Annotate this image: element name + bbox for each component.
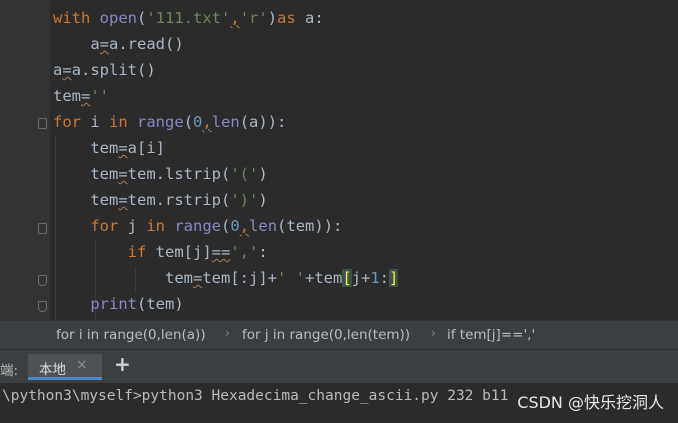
matched-bracket: [ [342,269,352,287]
breadcrumb: for i in range(0,len(a)) › for j in rang… [0,320,678,349]
breadcrumb-separator-icon: › [431,326,436,340]
code-token: ( [137,9,147,27]
code-token: ) [258,165,268,183]
code-token: tem[:j]+ [202,269,277,287]
code-token: (tem)): [277,217,343,235]
builtin-open: open [99,9,137,27]
fold-marker-icon[interactable] [38,301,47,312]
terminal-panel[interactable]: \python3\myself>python3 Hexadecima_chang… [0,383,678,423]
code-token: ) [258,191,268,209]
code-editor[interactable]: with open('111.txt','r')as a: a=a.read()… [0,0,678,320]
code-token: (tem) [137,295,184,313]
code-token: : [379,269,390,287]
code-token: j [118,217,147,235]
code-token: tem [90,139,119,157]
string-literal: '' [90,87,110,105]
breadcrumb-item-if[interactable]: if tem[j]==',' [447,327,535,343]
code-token: tem[j] [146,243,212,261]
code-token: tem [53,87,81,105]
keyword-with: with [53,9,91,27]
builtin-range: range [174,217,222,235]
code-token: = [81,87,91,105]
code-token: tem [164,269,193,287]
builtin-print: print [90,295,137,313]
code-token: j+ [351,269,371,287]
code-token: a.split() [71,61,156,79]
code-token: : [258,243,268,261]
string-literal: 'r' [239,9,268,27]
string-literal: ',' [230,243,259,261]
code-token: ( [221,217,231,235]
close-icon[interactable]: × [76,357,88,373]
breadcrumb-separator-icon: › [225,326,230,340]
code-token: +tem [304,269,343,287]
terminal-command-line[interactable]: \python3\myself>python3 Hexadecima_chang… [2,388,508,404]
code-token: = [118,191,128,209]
code-line[interactable]: with open('111.txt','r')as a: [53,5,324,31]
breadcrumb-item-for-i[interactable]: for i in range(0,len(a)) [56,327,206,343]
code-line[interactable]: if tem[j]==',': [53,239,268,265]
tab-local-label: 本地 [39,362,66,378]
code-line[interactable]: tem=tem.lstrip('(') [53,161,268,187]
code-token: , [239,217,250,235]
code-token: == [211,243,231,261]
matched-bracket: ] [389,269,399,287]
code-line[interactable]: tem=tem.rstrip(')') [53,187,268,213]
terminal-label: 端: [0,363,19,379]
keyword-as: as [277,9,296,27]
string-literal: '111.txt' [146,9,231,27]
code-token: ) [267,9,278,27]
keyword-if: if [127,243,147,261]
code-token: i [81,113,109,131]
code-token: tem [90,191,119,209]
number-literal: 1 [370,269,380,287]
code-line[interactable]: print(tem) [53,291,184,317]
code-token: a [53,61,63,79]
keyword-in: in [109,113,128,131]
code-token: (a)): [239,113,287,131]
editor-gutter[interactable] [0,0,50,320]
code-line[interactable]: tem=a[i] [53,135,165,161]
code-token: a [90,35,100,53]
code-token: ( [183,113,194,131]
fold-marker-icon[interactable] [38,118,47,129]
builtin-len: len [211,113,240,131]
keyword-for: for [90,217,119,235]
add-icon[interactable]: + [114,352,131,376]
keyword-for: for [53,113,81,131]
keyword-in: in [146,217,165,235]
code-token: , [230,9,240,27]
tab-local[interactable]: 本地 × [28,354,102,380]
fold-marker-icon[interactable] [38,223,47,234]
number-literal: 0 [230,217,240,235]
code-line[interactable]: tem='' [53,83,109,109]
code-token: = [62,61,72,79]
code-line[interactable]: for i in range(0,len(a)): [53,109,286,135]
code-token: a[i] [127,139,165,157]
code-token: a.read() [109,35,184,53]
builtin-len: len [249,217,278,235]
code-token: tem.rstrip( [127,191,231,209]
code-token: tem.lstrip( [127,165,231,183]
fold-marker-icon[interactable] [38,275,47,286]
builtin-range: range [137,113,184,131]
string-literal: '(' [230,165,259,183]
code-token: = [192,269,203,287]
breadcrumb-item-for-j[interactable]: for j in range(0,len(tem)) [242,327,410,343]
number-literal: 0 [193,113,203,131]
string-literal: ' ' [276,269,305,287]
terminal-tab-bar: 端: 本地 × + [0,349,678,383]
watermark: CSDN @快乐挖洞人 [517,393,664,412]
code-token: , [202,113,212,131]
code-token: = [99,35,110,53]
code-token: = [118,165,128,183]
code-line[interactable]: a=a.read() [53,31,184,57]
code-token: a: [295,9,324,27]
string-literal: ')' [230,191,259,209]
code-token: tem [90,165,119,183]
code-line[interactable]: for j in range(0,len(tem)): [53,213,342,239]
code-line[interactable]: tem=tem[:j]+' '+tem[j+1:] [53,265,399,291]
code-token: = [118,139,128,157]
code-line[interactable]: a=a.split() [53,57,156,83]
